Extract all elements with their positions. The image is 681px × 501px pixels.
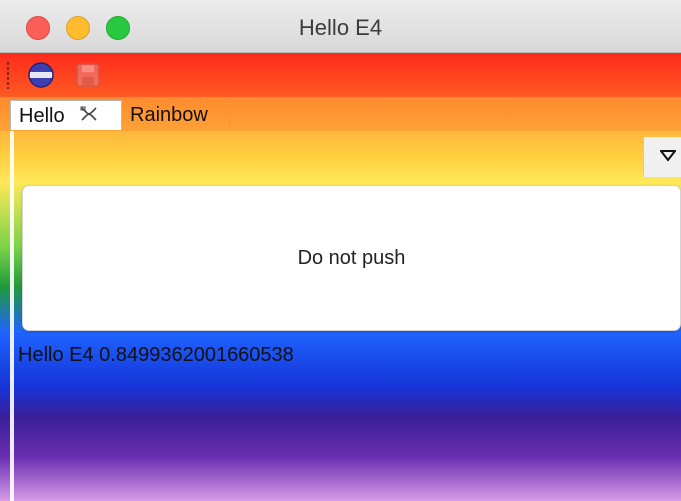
window-title: Hello E4 xyxy=(298,15,383,40)
status-label: Hello E4 0.8499362001660538 xyxy=(18,344,294,366)
tab-hello[interactable]: Hello xyxy=(10,100,122,130)
view-border xyxy=(10,131,14,501)
do-not-push-button[interactable]: Do not push xyxy=(22,185,681,331)
globe-icon[interactable] xyxy=(27,61,55,89)
tab-label: Hello xyxy=(19,105,65,127)
save-icon[interactable] xyxy=(74,61,102,89)
tab-strip: Hello Rainbow xyxy=(0,97,681,132)
view-menu-button[interactable] xyxy=(643,137,681,177)
close-tab-icon[interactable] xyxy=(80,101,98,131)
tab-label: Rainbow xyxy=(130,104,208,126)
main-toolbar xyxy=(0,53,681,98)
toolbar-grip-handle[interactable] xyxy=(6,61,10,89)
tab-rainbow[interactable]: Rainbow xyxy=(122,100,230,130)
title-bar: Hello E4 xyxy=(0,0,681,53)
chevron-down-icon xyxy=(660,150,676,162)
editor-area: Hello Rainbow Do not push Hello E4 0.849… xyxy=(0,97,681,501)
